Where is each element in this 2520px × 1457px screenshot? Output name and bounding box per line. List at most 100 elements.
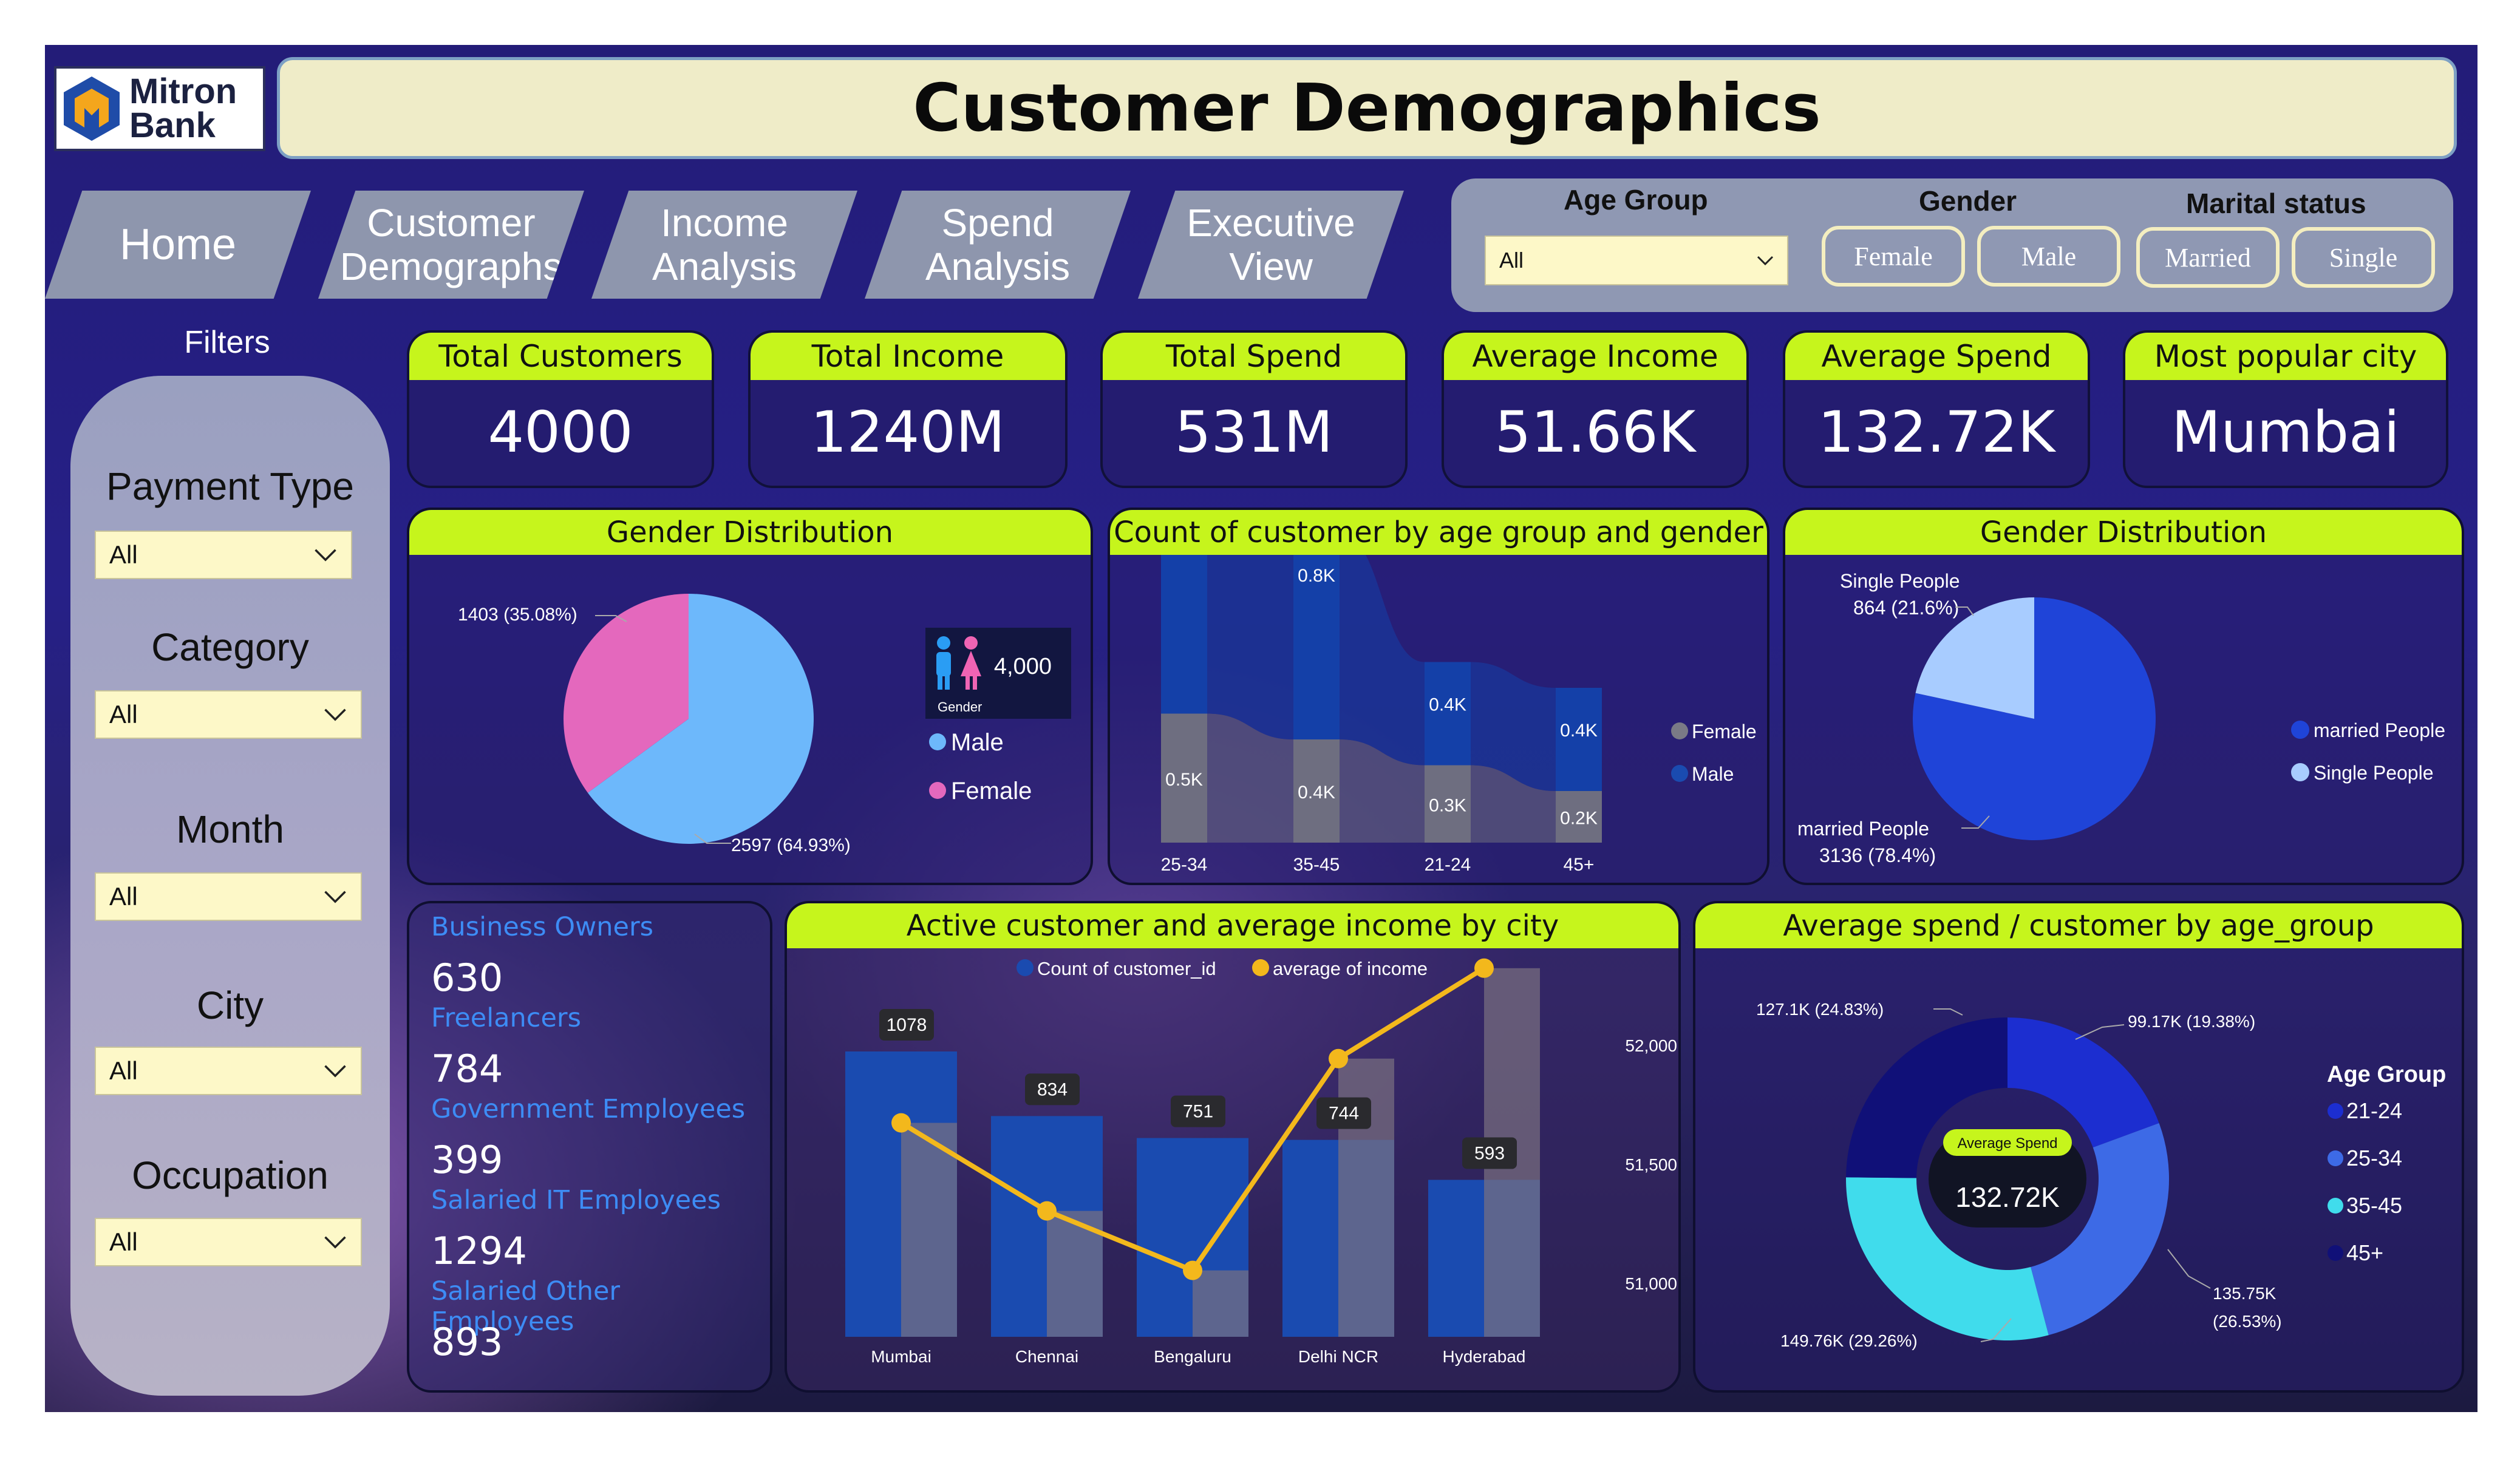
card-title: Gender Distribution: [409, 510, 1091, 555]
legend-male: Male: [1692, 763, 1734, 785]
city-combo-chart: Count of customer_id average of income 1…: [845, 958, 1677, 1366]
marital-single-button[interactable]: Single: [2292, 227, 2435, 288]
bar-data-label: 593: [1474, 1143, 1505, 1163]
legend-marker-single: [2291, 763, 2309, 781]
month-dropdown[interactable]: All: [95, 872, 362, 921]
legend-marker-male: [929, 733, 946, 750]
payment-type-dropdown[interactable]: All: [95, 531, 352, 579]
card-title: Average spend / customer by age_group: [1695, 903, 2462, 948]
marital-pie-chart: Single People 864 (21.6%) married People…: [1797, 570, 2445, 866]
category-dropdown[interactable]: All: [95, 690, 362, 739]
kpi-value: Mumbai: [2171, 399, 2400, 466]
dropdown-value: All: [109, 882, 138, 911]
kpi-title: Total Customers: [409, 333, 712, 380]
center-badge-value: 132.72K: [1955, 1181, 2060, 1213]
donut-label-35-45: 149.76K (29.26%): [1780, 1331, 1918, 1350]
marital-slicer-title: Marital status: [2186, 188, 2366, 219]
donut-label-45-plus: 127.1K (24.83%): [1756, 1000, 1884, 1019]
x-tick-label: 35-45: [1293, 855, 1340, 875]
card-title: Active customer and average income by ci…: [787, 903, 1678, 948]
city-dropdown[interactable]: All: [95, 1047, 362, 1095]
legend-marker-female: [929, 782, 946, 799]
nav-home-line1: Home: [119, 220, 237, 269]
nav-income-analysis[interactable]: Income Analysis: [591, 191, 857, 299]
bar-data-label: 834: [1037, 1079, 1068, 1099]
income-overlay-bar: [1193, 1270, 1248, 1337]
occupation-dropdown[interactable]: All: [95, 1218, 362, 1266]
legend-marker-married: [2291, 721, 2309, 739]
nav-home[interactable]: Home: [45, 191, 311, 299]
nav-executive-view[interactable]: Executive View: [1138, 191, 1404, 299]
y2-tick-51500: 51,500: [1625, 1155, 1677, 1174]
donut-label-21-24: 99.17K (19.38%): [2128, 1012, 2255, 1031]
pie-slice-21-24: [2007, 1017, 2159, 1148]
x-tick-label: Mumbai: [871, 1347, 931, 1366]
income-point: [891, 1113, 911, 1133]
y2-tick-52000: 52,000: [1625, 1036, 1677, 1055]
legend-marker-35-45: [2328, 1198, 2343, 1214]
nav-spend-analysis[interactable]: Spend Analysis: [865, 191, 1131, 299]
filters-title: Filters: [184, 325, 270, 360]
pill-label: Female: [1854, 241, 1933, 271]
age-group-dropdown[interactable]: All: [1485, 236, 1788, 285]
x-tick-label: Chennai: [1015, 1347, 1078, 1366]
kpi-value: 1240M: [810, 399, 1006, 466]
page-title: Customer Demographics: [913, 70, 1821, 146]
nav-label-line1: Spend: [941, 201, 1054, 245]
gender-total-value: 4,000: [994, 654, 1052, 679]
card-title: Gender Distribution: [1785, 510, 2462, 555]
legend-marker-45-plus: [2328, 1245, 2343, 1261]
top-slicers-panel: Age Group All Gender Female Male Marital…: [1451, 178, 2453, 312]
legend-count: Count of customer_id: [1037, 958, 1216, 979]
occupation-value: 630: [431, 956, 503, 1000]
bar-label-female: 0.3K: [1429, 795, 1466, 815]
city-income-card: Active customer and average income by ci…: [785, 901, 1681, 1393]
kpi-value: 4000: [488, 399, 633, 466]
legend-married: married People: [2314, 719, 2445, 741]
x-tick-label: 25-34: [1161, 855, 1208, 875]
x-tick-label: Delhi NCR: [1298, 1347, 1378, 1366]
gender-male-button[interactable]: Male: [1977, 226, 2120, 287]
logo-line-1: Mitron: [129, 72, 237, 111]
kpi-title: Total Spend: [1103, 333, 1405, 380]
gender-slicer-title: Gender: [1919, 185, 2017, 217]
nav-customer-demographs[interactable]: Customer Demographs: [318, 191, 584, 299]
gender-pie-chart: 1403 (35.08%) 2597 (64.93%) 4,000 Gender…: [458, 594, 1071, 855]
chevron-down-icon: [315, 549, 336, 562]
age-spend-donut-chart: Average Spend 132.72K 99.17K (19.38%) 13…: [1756, 1000, 2446, 1350]
kpi-title: Average Spend: [1785, 333, 2088, 380]
nav-label-line1: Customer: [367, 201, 536, 245]
kpi-most-popular-city: Most popular city Mumbai: [2123, 330, 2448, 488]
dropdown-value: All: [109, 540, 138, 569]
legend-21-24: 21-24: [2346, 1098, 2402, 1123]
legend-male: Male: [951, 729, 1004, 756]
dropdown-value: All: [109, 1056, 138, 1085]
kpi-title: Average Income: [1444, 333, 1746, 380]
kpi-total-customers: Total Customers 4000: [407, 330, 714, 488]
income-point: [1329, 1048, 1348, 1068]
dropdown-value: All: [109, 700, 138, 728]
pill-label: Married: [2165, 242, 2251, 273]
kpi-value: 132.72K: [1817, 399, 2055, 466]
filter-label-payment-type: Payment Type: [106, 464, 354, 508]
gender-female-button[interactable]: Female: [1822, 226, 1965, 287]
bar-male-25-34: [1161, 555, 1207, 714]
chevron-down-icon: [324, 708, 346, 721]
nav-label-line1: Executive: [1187, 201, 1355, 245]
occupation-label: Government Employees: [431, 1094, 746, 1124]
title-bar: Customer Demographics: [277, 57, 2457, 159]
marital-married-button[interactable]: Married: [2136, 227, 2280, 288]
x-tick-label: 45+: [1564, 855, 1595, 875]
legend-marker-count: [1017, 959, 1034, 976]
nav-label-line2: Analysis: [652, 245, 797, 288]
legend-income: average of income: [1273, 958, 1428, 979]
x-tick-label: Hyderabad: [1443, 1347, 1526, 1366]
chevron-down-icon: [324, 1065, 346, 1078]
gender-distribution-card: Gender Distribution 1403 (35.08%) 2597 (…: [407, 508, 1093, 885]
bank-logo: Mitron Bank: [54, 66, 265, 151]
card-title: Count of customer by age group and gende…: [1110, 510, 1767, 555]
age-group-dropdown-value: All: [1499, 248, 1524, 273]
legend-25-34: 25-34: [2346, 1146, 2402, 1170]
legend-female: Female: [951, 778, 1032, 804]
filter-label-category: Category: [151, 625, 309, 669]
